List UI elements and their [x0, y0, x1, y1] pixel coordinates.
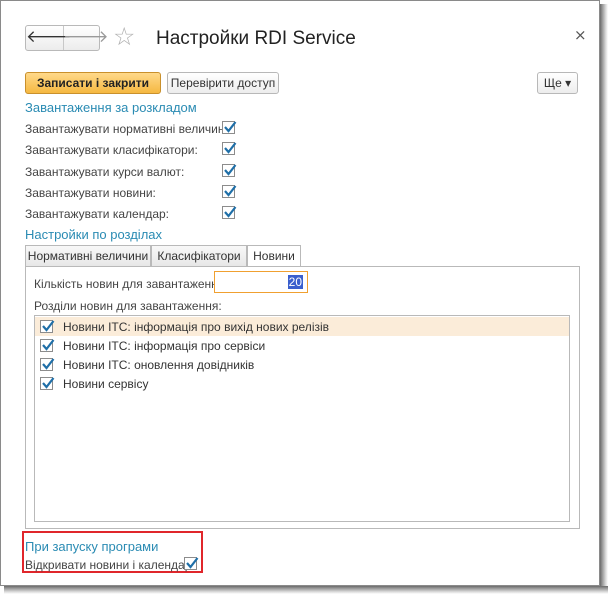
tab-normatives[interactable]: Нормативні величини [25, 245, 151, 267]
schedule-heading: Завантаження за розкладом [25, 100, 197, 115]
more-menu-button[interactable]: Ще ▾ [537, 72, 578, 94]
open-news-calendar-checkbox[interactable] [184, 557, 199, 570]
load-classifiers-label: Завантажувати класифікатори: [25, 143, 198, 157]
sections-heading: Настройки по розділах [25, 227, 163, 242]
list-item[interactable]: Новини ІТС: оновлення довідників [35, 355, 569, 374]
load-news-checkbox[interactable] [222, 185, 237, 198]
startup-heading: При запуску програми [25, 539, 159, 554]
list-item-checkbox[interactable] [40, 320, 55, 333]
list-item-label: Новини ІТС: інформація про вихід нових р… [63, 320, 330, 334]
load-currency-label: Завантажувати курси валют: [25, 165, 185, 179]
load-currency-checkbox[interactable] [222, 164, 237, 177]
news-count-input[interactable]: 20 [214, 271, 308, 293]
load-normatives-checkbox[interactable] [222, 121, 237, 134]
list-item-label: Новини ІТС: інформація про сервіси [63, 339, 266, 353]
save-and-close-button[interactable]: Записати і закрити [25, 72, 161, 94]
list-item-checkbox[interactable] [40, 377, 55, 390]
close-icon[interactable]: × [574, 26, 587, 44]
load-normatives-label: Завантажувати нормативні величини: [25, 122, 235, 136]
navigation-group: 🡐 🡒 [25, 25, 109, 51]
tab-news[interactable]: Новини [247, 245, 301, 268]
list-item-label: Новини ІТС: оновлення довідників [63, 358, 255, 372]
load-calendar-label: Завантажувати календар: [25, 207, 170, 221]
arrow-right-icon: 🡒 [63, 27, 109, 47]
news-count-value: 20 [287, 275, 303, 289]
window-shadow-bottom [4, 586, 608, 594]
list-item-label: Новини сервісу [63, 377, 149, 391]
forward-button[interactable]: 🡒 [63, 26, 109, 50]
open-news-calendar-label: Відкривати новини і календар: [25, 558, 195, 572]
list-item-checkbox[interactable] [40, 339, 55, 352]
load-news-label: Завантажувати новини: [25, 186, 156, 200]
list-item[interactable]: Новини ІТС: інформація про вихід нових р… [35, 317, 569, 336]
list-item[interactable]: Новини ІТС: інформація про сервіси [35, 336, 569, 355]
window-shadow-right [600, 4, 608, 594]
back-button[interactable]: 🡐 [26, 26, 72, 50]
tab-classifiers[interactable]: Класифікатори [151, 245, 247, 267]
list-item-checkbox[interactable] [40, 358, 55, 371]
load-calendar-checkbox[interactable] [222, 206, 237, 219]
list-item[interactable]: Новини сервісу [35, 374, 569, 393]
news-count-label: Кількість новин для завантаження: [34, 277, 228, 291]
load-classifiers-checkbox[interactable] [222, 142, 237, 155]
news-sections-label: Розділи новин для завантаження: [34, 299, 222, 313]
favorite-star-icon[interactable]: ☆ [113, 22, 135, 51]
news-sections-list: Новини ІТС: інформація про вихід нових р… [34, 315, 570, 522]
window-title: Настройки RDI Service [156, 28, 356, 49]
check-access-button[interactable]: Перевірити доступ [167, 72, 279, 94]
